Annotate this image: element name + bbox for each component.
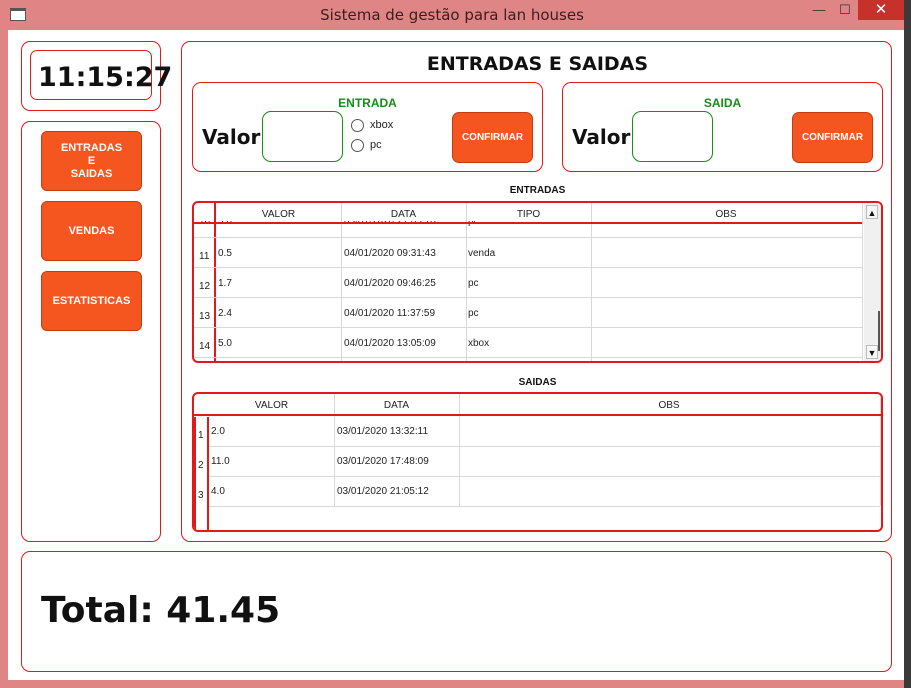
- saida-panel: SAIDA Valor CONFIRMAR: [562, 82, 883, 172]
- table-cell[interactable]: 04/01/2020 09:31:43: [344, 248, 436, 259]
- table-cell[interactable]: 4.0: [211, 486, 225, 497]
- clock-frame: 11:15:27: [30, 50, 172, 100]
- table-cell[interactable]: 5.0: [218, 338, 232, 349]
- clock-panel: 11:15:27: [21, 41, 172, 111]
- entrada-confirm-button[interactable]: CONFIRMAR: [452, 112, 533, 163]
- col-header-valor[interactable]: VALOR: [209, 400, 334, 411]
- entradas-caption: ENTRADAS: [509, 185, 566, 196]
- nav-vendas-button[interactable]: VENDAS: [41, 201, 142, 261]
- table-cell[interactable]: 03/01/2020 21:05:12: [337, 486, 429, 497]
- row-divider: [194, 237, 862, 238]
- col-header-valor[interactable]: VALOR: [216, 209, 341, 220]
- col-divider: [591, 203, 592, 361]
- total-amount: Total: 41.45: [41, 590, 281, 631]
- header-bottom-line: [194, 414, 881, 416]
- row-number: 1: [198, 430, 204, 441]
- col-divider: [466, 203, 467, 361]
- row-divider: [194, 297, 862, 298]
- row-number: 14: [199, 341, 211, 352]
- table-cell[interactable]: 04/01/2020 11:37:59: [344, 308, 435, 319]
- entrada-panel: ENTRADA Valor xbox pc CONFIRMAR: [192, 82, 543, 172]
- close-button[interactable]: ✕: [858, 0, 904, 20]
- nav-panel: ENTRADAS E SAIDAS VENDAS ESTATISTICAS: [21, 121, 161, 542]
- col-divider: [862, 203, 863, 361]
- header-bottom-line: [194, 222, 862, 224]
- table-cell[interactable]: 04/01/2020 09:46:25: [344, 278, 436, 289]
- page-title: ENTRADAS E SAIDAS: [426, 53, 649, 75]
- table-cell[interactable]: xbox: [468, 338, 489, 349]
- row-number: 13: [199, 311, 211, 322]
- table-cell[interactable]: 03/01/2020 17:48:09: [337, 456, 429, 467]
- maximize-button[interactable]: ☐: [832, 0, 858, 20]
- table-cell[interactable]: 11.0: [211, 456, 230, 467]
- col-header-tipo[interactable]: TIPO: [466, 209, 591, 220]
- scroll-thumb[interactable]: [878, 311, 880, 351]
- saida-title: SAIDA: [703, 96, 742, 110]
- table-cell[interactable]: 2.4: [218, 308, 232, 319]
- col-divider: [334, 394, 335, 506]
- table-cell[interactable]: pc: [468, 308, 479, 319]
- nav-estatisticas-button[interactable]: ESTATISTICAS: [41, 271, 142, 331]
- col-header-obs[interactable]: OBS: [459, 400, 879, 411]
- row-header-divider: [207, 417, 209, 530]
- table-cell[interactable]: 03/01/2020 13:32:11: [337, 426, 428, 437]
- row-divider: [194, 267, 862, 268]
- row-number: 12: [199, 281, 211, 292]
- saida-valor-label: Valor: [572, 125, 631, 149]
- radio-xbox-label: xbox: [370, 119, 394, 131]
- row-header-divider: [214, 203, 216, 361]
- entrada-title: ENTRADA: [338, 96, 397, 110]
- scroll-down-icon[interactable]: ▼: [866, 345, 878, 359]
- saida-valor-input[interactable]: [632, 111, 713, 162]
- entrada-valor-input[interactable]: [262, 111, 343, 162]
- radio-circle-icon[interactable]: [351, 138, 364, 152]
- saidas-table[interactable]: VALOR DATA OBS 1 2.0 03/01/2020 13:32:11…: [192, 392, 883, 532]
- table-cell[interactable]: 0.5: [218, 248, 232, 259]
- title-bar: Sistema de gestão para lan houses — ☐ ✕: [0, 0, 904, 30]
- main-panel: ENTRADAS E SAIDAS ENTRADA Valor xbox pc …: [181, 41, 892, 542]
- row-divider: [209, 446, 880, 447]
- table-cell[interactable]: pc: [468, 278, 479, 289]
- row-divider: [209, 476, 880, 477]
- radio-pc[interactable]: pc: [351, 137, 382, 153]
- clock-display: 11:15:27: [38, 62, 173, 93]
- window-title: Sistema de gestão para lan houses: [320, 6, 584, 24]
- radio-circle-icon[interactable]: [351, 118, 364, 132]
- col-header-data[interactable]: DATA: [334, 400, 459, 411]
- saidas-caption: SAIDAS: [518, 377, 557, 388]
- row-divider: [194, 357, 862, 358]
- table-cell[interactable]: 04/01/2020 13:05:09: [344, 338, 436, 349]
- col-divider: [459, 394, 460, 506]
- saida-confirm-button[interactable]: CONFIRMAR: [792, 112, 873, 163]
- table-cell[interactable]: venda: [468, 248, 495, 259]
- scroll-up-icon[interactable]: ▲: [866, 205, 878, 219]
- row-header-border: [194, 417, 196, 530]
- col-header-obs[interactable]: OBS: [591, 209, 861, 220]
- app-window: Sistema de gestão para lan houses — ☐ ✕ …: [0, 0, 904, 688]
- vertical-scrollbar[interactable]: ▲ ▼: [864, 203, 881, 361]
- minimize-button[interactable]: —: [806, 0, 832, 20]
- entrada-valor-label: Valor: [202, 125, 261, 149]
- entradas-table[interactable]: VALOR DATA TIPO OBS 10 5.0 03/01/2020 21…: [192, 201, 883, 363]
- client-area: 11:15:27 ENTRADAS E SAIDAS VENDAS ESTATI…: [8, 30, 904, 680]
- total-panel: Total: 41.45: [21, 551, 892, 672]
- nav-entradas-saidas-button[interactable]: ENTRADAS E SAIDAS: [41, 131, 142, 191]
- row-number: 3: [198, 490, 204, 501]
- col-header-data[interactable]: DATA: [341, 209, 466, 220]
- radio-xbox[interactable]: xbox: [351, 117, 393, 133]
- col-divider: [880, 394, 881, 506]
- radio-pc-label: pc: [370, 139, 382, 151]
- row-number: 11: [199, 251, 210, 262]
- col-divider: [341, 203, 342, 361]
- row-divider: [209, 506, 880, 507]
- row-divider: [194, 327, 862, 328]
- table-cell[interactable]: 1.7: [218, 278, 232, 289]
- table-cell[interactable]: 2.0: [211, 426, 225, 437]
- row-number: 2: [198, 460, 204, 471]
